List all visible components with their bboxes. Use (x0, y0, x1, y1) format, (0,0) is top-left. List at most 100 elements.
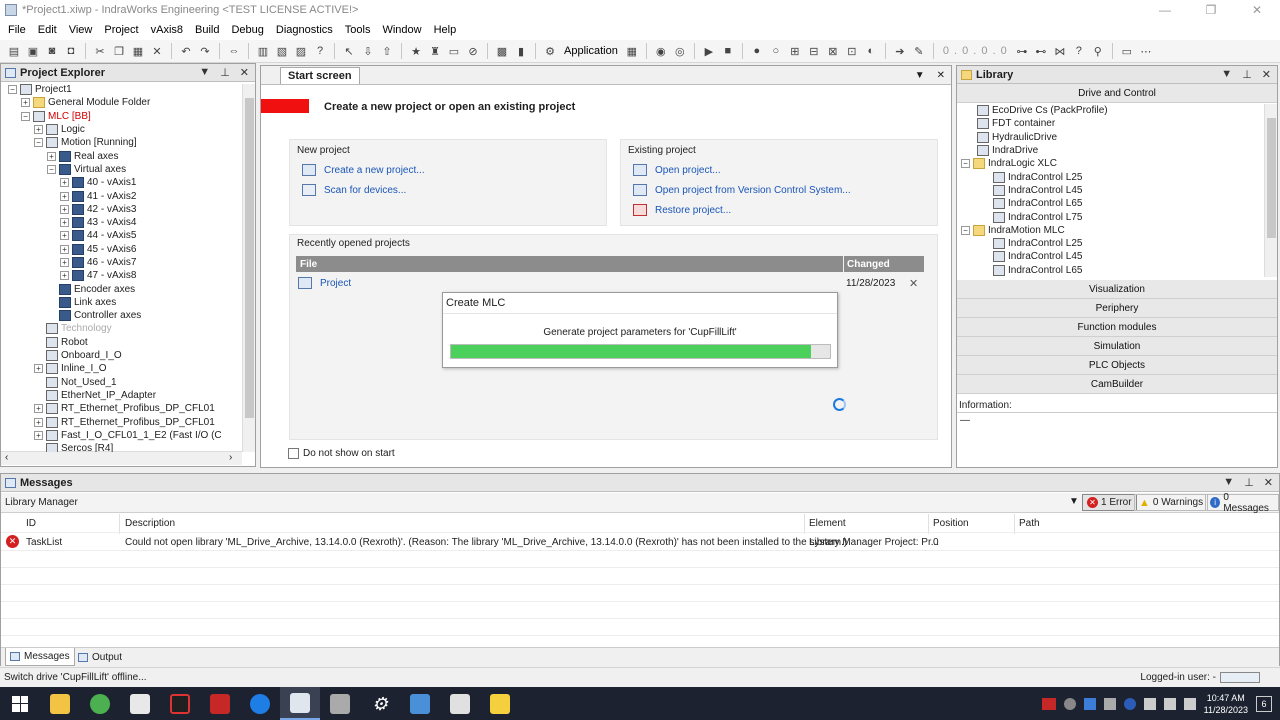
recent-col-changed[interactable]: Changed (844, 256, 924, 272)
message-row[interactable]: ✕ TaskList Could not open library 'ML_Dr… (1, 533, 1279, 550)
logout-icon[interactable]: ◎ (672, 43, 688, 59)
menu-help[interactable]: Help (428, 24, 463, 36)
scroll-right-icon[interactable]: › (229, 452, 232, 463)
expand-icon[interactable]: + (60, 258, 69, 267)
chart-icon[interactable]: ▮ (513, 43, 529, 59)
browser-icon[interactable] (80, 687, 120, 720)
tree-item[interactable]: + RT_Ethernet_Profibus_DP_CFL01 (2, 402, 240, 415)
band-drive-and-control[interactable]: Drive and Control (957, 84, 1277, 103)
explorer-vscrollbar[interactable] (242, 84, 255, 452)
cnt-icon[interactable]: ▩ (494, 43, 510, 59)
application-config-icon[interactable]: ▦ (624, 43, 640, 59)
monitor-icon[interactable]: ▭ (1119, 43, 1135, 59)
do-not-show-checkbox[interactable]: Do not show on start (288, 448, 395, 459)
record-icon[interactable] (160, 687, 200, 720)
volume-icon[interactable] (1163, 697, 1176, 710)
wifi-icon[interactable] (1143, 697, 1156, 710)
library-item[interactable]: IndraDrive (961, 144, 1265, 157)
device-icon[interactable]: ⚲ (1090, 43, 1106, 59)
step-icon[interactable]: ⊞ (787, 43, 803, 59)
network3-icon[interactable]: ⋈ (1052, 43, 1068, 59)
library-dropdown-icon[interactable]: ▼ (1221, 68, 1232, 81)
tree-item[interactable]: − MLC [BB] (2, 110, 240, 123)
expand-icon[interactable]: + (60, 244, 69, 254)
col-path[interactable]: Path (1019, 518, 1040, 529)
help-icon[interactable]: ? (312, 43, 328, 59)
tree-item[interactable]: +40 - vAxis1 (2, 176, 240, 189)
warnings-filter-button[interactable]: ▲ 0 Warnings (1134, 494, 1209, 511)
library-vscrollbar[interactable] (1264, 104, 1277, 277)
errors-filter-button[interactable]: ✕ 1 Error (1082, 494, 1137, 511)
copy-icon[interactable]: ❐ (111, 43, 127, 59)
create-new-project-link[interactable]: Create a new project... (302, 164, 425, 177)
save-all-icon[interactable]: ◘ (63, 43, 79, 59)
network2-icon[interactable]: ⊷ (1033, 43, 1049, 59)
expand-icon[interactable]: + (34, 125, 43, 135)
toggle-icon[interactable]: ✎ (911, 43, 927, 59)
library-item[interactable]: − IndraLogic XLC (961, 157, 1265, 170)
close-button[interactable]: ✕ (1234, 3, 1280, 17)
tree-item[interactable]: + Fast_I_O_CFL01_1_E2 (Fast I/O (C (2, 429, 240, 442)
menu-file[interactable]: File (2, 24, 32, 36)
col-element[interactable]: Element (809, 518, 846, 529)
menu-build[interactable]: Build (189, 24, 225, 36)
library-item[interactable]: − IndraMotion MLC (961, 224, 1265, 237)
download-icon[interactable]: ⇩ (360, 43, 376, 59)
menu-window[interactable]: Window (376, 24, 427, 36)
print-icon[interactable]: ▨ (293, 43, 309, 59)
tree-item[interactable]: EtherNet_IP_Adapter (2, 389, 240, 402)
arrow-right-icon[interactable]: ➔ (892, 43, 908, 59)
library-item[interactable]: IndraControl L65 (961, 197, 1265, 210)
library-band[interactable]: Simulation (957, 337, 1277, 356)
notification-icon[interactable]: 6 (1256, 695, 1272, 712)
login-icon[interactable]: ◉ (653, 43, 669, 59)
tree-item[interactable]: + RT_Ethernet_Profibus_DP_CFL01 (2, 415, 240, 428)
collapse-icon[interactable]: − (21, 111, 30, 121)
file-explorer-icon[interactable] (40, 687, 80, 720)
delete-icon[interactable]: ✕ (149, 43, 165, 59)
tree-item[interactable]: +47 - vAxis8 (2, 269, 240, 282)
col-description[interactable]: Description (125, 518, 175, 529)
collapse-icon[interactable]: − (47, 164, 56, 174)
tab-messages[interactable]: Messages (5, 648, 75, 666)
tray-icon-3[interactable] (1083, 697, 1096, 710)
messages-close-icon[interactable]: ✕ (1264, 476, 1273, 489)
library-band[interactable]: Visualization (957, 280, 1277, 299)
notepad-icon[interactable] (440, 687, 480, 720)
tree-item[interactable]: Technology (2, 322, 240, 335)
tab-output[interactable]: Output (74, 648, 126, 666)
tree-item[interactable]: − Project1 (2, 83, 240, 96)
star-icon[interactable]: ★ (408, 43, 424, 59)
expand-icon[interactable]: + (60, 218, 69, 228)
tree-item[interactable]: Not_Used_1 (2, 376, 240, 389)
library-item[interactable]: IndraControl L45 (961, 184, 1265, 197)
watch-icon[interactable]: ◐ (863, 43, 879, 59)
menu-edit[interactable]: Edit (32, 24, 63, 36)
tree-item[interactable]: Link axes (2, 296, 240, 309)
source-dropdown-icon[interactable]: ▼ (1069, 496, 1079, 507)
gear-icon[interactable]: ⚙ (542, 43, 558, 59)
tree-item[interactable]: +44 - vAxis5 (2, 229, 240, 242)
expand-icon[interactable]: + (60, 191, 69, 201)
tree-item[interactable]: − Virtual axes (2, 163, 240, 176)
messages-pin-icon[interactable]: ⊥ (1244, 476, 1254, 489)
upload-icon[interactable]: ⇧ (379, 43, 395, 59)
tree-item[interactable]: Controller axes (2, 309, 240, 322)
open-project-link[interactable]: Open project... (633, 164, 721, 177)
tab-start-screen[interactable]: Start screen (280, 67, 360, 84)
scan-devices-link[interactable]: Scan for devices... (302, 184, 406, 197)
new-file-icon[interactable]: ▤ (6, 43, 22, 59)
indraworks-taskbar-icon[interactable] (280, 687, 320, 720)
messages-dropdown-icon[interactable]: ▼ (1223, 476, 1234, 489)
panel-close-icon[interactable]: ✕ (240, 66, 249, 79)
breakpoint-icon[interactable]: ● (749, 43, 765, 59)
keyboard-icon[interactable] (1183, 697, 1196, 710)
library-item[interactable]: IndraControl L45 (961, 250, 1265, 263)
messages-filter-button[interactable]: i 0 Messages (1205, 492, 1279, 514)
step-out-icon[interactable]: ⊡ (844, 43, 860, 59)
expand-icon[interactable]: + (34, 364, 43, 374)
expand-icon[interactable]: + (60, 178, 69, 188)
save-icon[interactable]: ◙ (44, 43, 60, 59)
open-vcs-link[interactable]: Open project from Version Control System… (633, 184, 851, 197)
bluetooth-icon[interactable] (1123, 697, 1136, 710)
